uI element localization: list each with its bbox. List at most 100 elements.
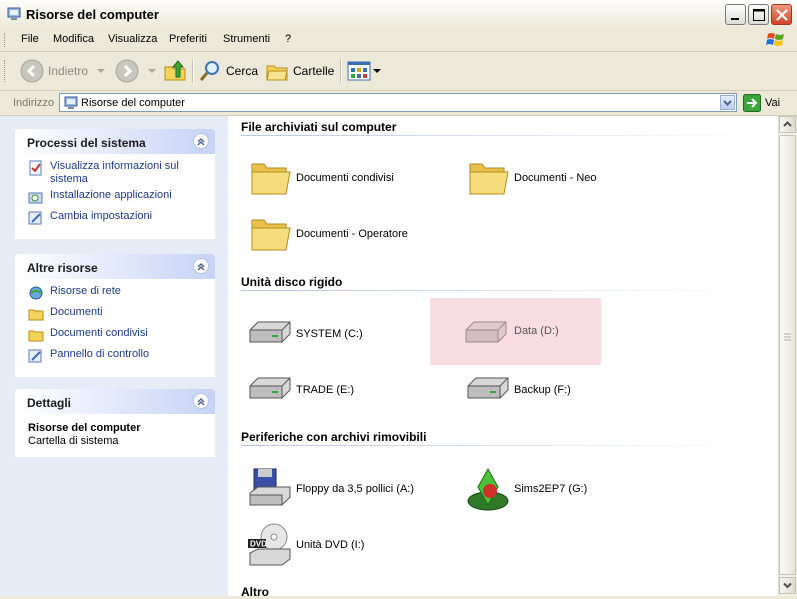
folder-documents-neo[interactable]: Documenti - Neo bbox=[460, 146, 630, 206]
documents-folder-icon bbox=[28, 309, 44, 321]
window-title: Risorse del computer bbox=[26, 7, 159, 22]
hard-drive-icon bbox=[249, 321, 291, 343]
title-bar[interactable]: Risorse del computer bbox=[0, 0, 797, 30]
search-icon bbox=[199, 61, 219, 81]
search-button[interactable]: Cerca bbox=[198, 57, 258, 85]
address-dropdown-button[interactable] bbox=[720, 95, 735, 110]
close-button[interactable] bbox=[771, 4, 792, 25]
menu-file[interactable]: File bbox=[21, 33, 39, 45]
section-drives-title: Unità disco rigido bbox=[241, 275, 343, 289]
system-tasks-header[interactable]: Processi del sistema bbox=[15, 129, 215, 154]
drive-c[interactable]: SYSTEM (C:) bbox=[242, 302, 412, 362]
drive-g[interactable]: Sims2EP7 (G:) bbox=[460, 457, 630, 517]
chevron-up-icon bbox=[783, 121, 792, 127]
place-documents[interactable]: Documenti bbox=[15, 306, 215, 324]
collapse-icon[interactable] bbox=[193, 258, 209, 274]
task-install-apps[interactable]: Installazione applicazioni bbox=[15, 189, 215, 207]
install-apps-icon bbox=[28, 192, 43, 204]
task-system-info[interactable]: Visualizza informazioni sul sistema bbox=[15, 160, 215, 186]
my-computer-icon bbox=[7, 7, 21, 20]
task-pane: Processi del sistema Visualizza informaz… bbox=[0, 116, 228, 596]
folder-icon bbox=[251, 219, 291, 251]
chevron-down-icon bbox=[783, 582, 792, 589]
menu-preferiti[interactable]: Preferiti bbox=[169, 33, 207, 45]
place-shared-documents[interactable]: Documenti condivisi bbox=[15, 327, 215, 345]
hard-drive-icon bbox=[465, 321, 507, 343]
address-label: Indirizzo bbox=[13, 97, 54, 109]
details-panel: Dettagli Risorse del computer Cartella d… bbox=[15, 389, 215, 457]
drive-f[interactable]: Backup (F:) bbox=[460, 358, 630, 418]
network-icon bbox=[29, 286, 43, 300]
up-folder-button[interactable] bbox=[163, 57, 187, 85]
sims-cd-icon bbox=[467, 467, 509, 511]
toolbar: Indietro Cerca Cartelle bbox=[0, 52, 797, 91]
scroll-thumb[interactable] bbox=[779, 135, 796, 575]
maximize-button[interactable] bbox=[748, 4, 769, 25]
back-arrow-icon bbox=[20, 59, 44, 83]
up-folder-icon bbox=[164, 60, 186, 81]
toolbar-grip bbox=[4, 60, 8, 82]
menu-visualizza[interactable]: Visualizza bbox=[108, 33, 157, 45]
menu-strumenti[interactable]: Strumenti bbox=[223, 33, 270, 45]
go-arrow-icon bbox=[743, 94, 761, 112]
menu-bar: File Modifica Visualizza Preferiti Strum… bbox=[0, 29, 797, 52]
control-panel-icon bbox=[28, 349, 42, 363]
other-places-panel: Altre risorse Risorse di rete Documenti … bbox=[15, 254, 215, 377]
section-removable-title: Periferiche con archivi rimovibili bbox=[241, 430, 427, 444]
hard-drive-icon bbox=[467, 377, 509, 399]
system-tasks-panel: Processi del sistema Visualizza informaz… bbox=[15, 129, 215, 239]
maximize-icon bbox=[753, 9, 765, 21]
forward-dropdown-icon bbox=[148, 69, 156, 73]
folders-icon bbox=[266, 65, 288, 81]
collapse-icon[interactable] bbox=[193, 393, 209, 409]
floppy-drive-icon bbox=[249, 468, 291, 506]
folder-icon bbox=[251, 163, 291, 195]
folder-shared-documents[interactable]: Documenti condivisi bbox=[242, 146, 412, 206]
folder-documents-operatore[interactable]: Documenti - Operatore bbox=[242, 202, 412, 262]
drive-i[interactable]: DVD Unità DVD (I:) bbox=[242, 513, 412, 573]
control-panel-icon bbox=[28, 211, 42, 225]
my-computer-icon bbox=[64, 96, 78, 109]
main-content: File archiviati sul computer Documenti c… bbox=[228, 116, 778, 596]
collapse-icon[interactable] bbox=[193, 133, 209, 149]
go-button[interactable]: Vai bbox=[743, 94, 780, 112]
details-header[interactable]: Dettagli bbox=[15, 389, 215, 414]
section-files-title: File archiviati sul computer bbox=[241, 120, 397, 134]
close-icon bbox=[776, 9, 788, 21]
place-control-panel[interactable]: Pannello di controllo bbox=[15, 348, 215, 366]
menu-modifica[interactable]: Modifica bbox=[53, 33, 94, 45]
scroll-up-button[interactable] bbox=[779, 116, 796, 133]
place-network[interactable]: Risorse di rete bbox=[15, 285, 215, 303]
minimize-button[interactable] bbox=[725, 4, 746, 25]
chevron-down-icon bbox=[723, 100, 732, 106]
views-button[interactable] bbox=[347, 57, 381, 85]
details-desc: Cartella di sistema bbox=[28, 435, 119, 447]
drive-a[interactable]: Floppy da 3,5 pollici (A:) bbox=[242, 457, 414, 517]
dvd-drive-icon: DVD bbox=[248, 523, 291, 566]
address-value: Risorse del computer bbox=[81, 97, 185, 109]
drive-e[interactable]: TRADE (E:) bbox=[242, 358, 412, 418]
folder-icon bbox=[469, 163, 509, 195]
forward-button[interactable] bbox=[115, 57, 157, 85]
hard-drive-icon bbox=[249, 377, 291, 399]
address-input[interactable]: Risorse del computer bbox=[59, 93, 737, 112]
menu-grip bbox=[4, 33, 8, 47]
scroll-down-button[interactable] bbox=[779, 577, 796, 594]
views-icon bbox=[347, 61, 371, 81]
system-info-icon bbox=[29, 160, 42, 176]
section-other-title: Altro bbox=[241, 585, 269, 596]
task-change-settings[interactable]: Cambia impostazioni bbox=[15, 210, 215, 228]
menu-help[interactable]: ? bbox=[285, 33, 291, 45]
address-bar: Indirizzo Risorse del computer Vai bbox=[0, 91, 797, 116]
shared-folder-icon bbox=[28, 330, 44, 342]
back-dropdown-icon bbox=[97, 69, 106, 73]
drive-d[interactable]: Data (D:) bbox=[430, 298, 601, 365]
back-button[interactable]: Indietro bbox=[20, 57, 106, 85]
details-name: Risorse del computer bbox=[28, 422, 141, 434]
folders-button[interactable]: Cartelle bbox=[265, 57, 334, 85]
svg-text:DVD: DVD bbox=[250, 540, 267, 549]
vertical-scrollbar[interactable] bbox=[778, 116, 796, 596]
forward-arrow-icon bbox=[115, 59, 139, 83]
other-places-header[interactable]: Altre risorse bbox=[15, 254, 215, 279]
minimize-icon bbox=[731, 18, 739, 20]
